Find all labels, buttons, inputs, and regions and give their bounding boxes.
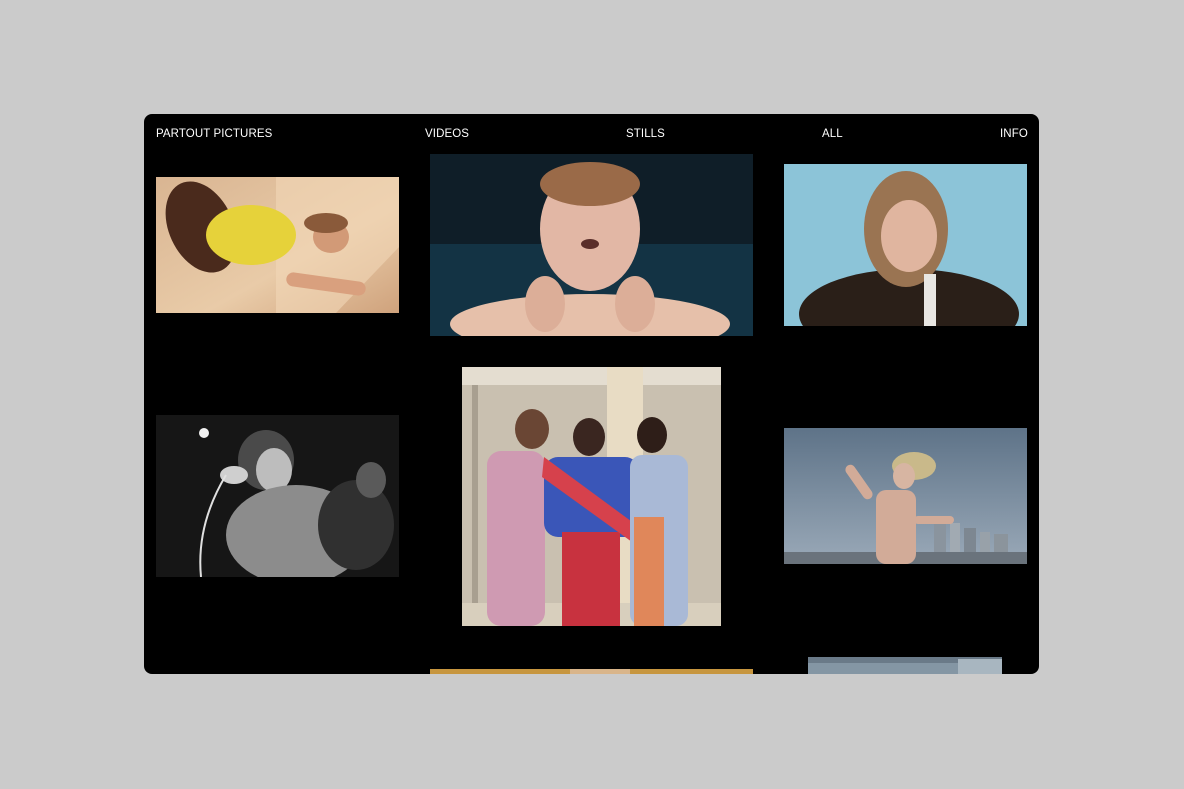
gallery-photo-2[interactable] [430,154,753,336]
nav-all[interactable]: ALL [822,128,843,140]
gallery-photo-4[interactable] [156,415,399,577]
photo-5-image [462,367,721,626]
nav-videos[interactable]: VIDEOS [425,128,469,140]
photo-8-image [808,657,1002,674]
nav-info[interactable]: INFO [1000,128,1028,140]
photo-4-image [156,415,399,577]
photo-1-image [156,177,399,313]
gallery-photo-1[interactable] [156,177,399,313]
photo-2-image [430,154,753,336]
gallery-photo-5[interactable] [462,367,721,626]
gallery-photo-3[interactable] [784,164,1027,326]
photo-6-image [784,428,1027,564]
site-window: PARTOUT PICTURES VIDEOS STILLS ALL INFO [144,114,1039,674]
gallery-photo-6[interactable] [784,428,1027,564]
gallery-photo-8[interactable] [808,657,1002,674]
photo-3-image [784,164,1027,326]
gallery-photo-7[interactable] [430,669,753,674]
nav-stills[interactable]: STILLS [626,128,665,140]
brand-link[interactable]: PARTOUT PICTURES [156,128,272,140]
photo-7-image [430,669,753,674]
